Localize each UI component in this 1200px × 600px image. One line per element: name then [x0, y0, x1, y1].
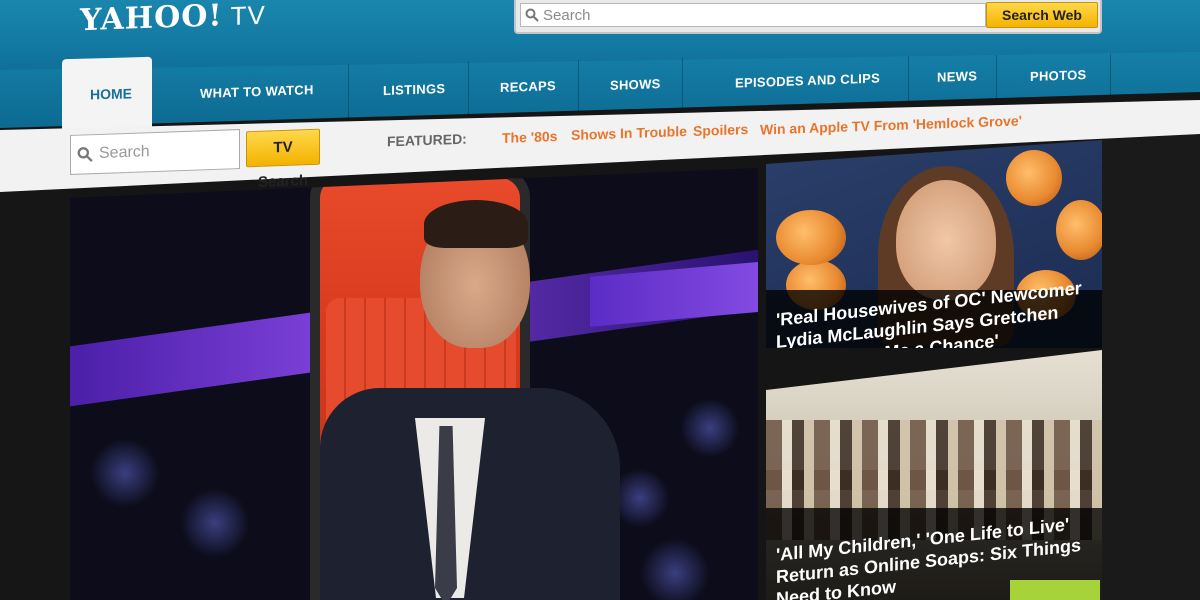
nav-divider — [908, 56, 909, 102]
lantern — [776, 210, 846, 265]
lantern — [1056, 200, 1102, 260]
nav-tab-photos[interactable]: PHOTOS — [1030, 67, 1086, 84]
bokeh-light — [640, 538, 710, 600]
web-search-placeholder: Search — [543, 6, 591, 24]
story-card-soaps[interactable]: 'All My Children,' 'One Life to Live' Re… — [766, 350, 1102, 600]
nav-tab-home[interactable]: HOME — [62, 56, 152, 132]
nav-tab-recaps[interactable]: RECAPS — [500, 78, 556, 95]
featured-link-80s[interactable]: The '80s — [502, 128, 557, 146]
person-hair — [424, 200, 528, 248]
hero-image[interactable] — [70, 168, 758, 600]
nav-divider — [996, 55, 997, 99]
featured-link-spoilers[interactable]: Spoilers — [693, 121, 748, 139]
bokeh-light — [90, 438, 160, 508]
web-search-bar: Search Search Web — [514, 0, 1102, 34]
nav-tab-listings[interactable]: LISTINGS — [383, 81, 445, 98]
tv-search-button[interactable]: TV Search — [246, 128, 320, 191]
nav-divider — [1110, 54, 1111, 96]
nav-tab-shows[interactable]: SHOWS — [610, 76, 661, 93]
left-background — [0, 170, 70, 600]
tv-search-input[interactable]: Search — [70, 129, 240, 175]
nav-divider — [578, 60, 579, 112]
nav-divider — [682, 58, 683, 108]
nav-divider — [348, 64, 349, 120]
bokeh-light — [680, 398, 740, 458]
search-icon — [525, 8, 539, 22]
woman-face — [896, 180, 996, 300]
nav-tab-news[interactable]: NEWS — [937, 68, 977, 84]
yahoo-tv-logo[interactable]: YAHOO! TV — [80, 0, 266, 38]
featured-label: FEATURED: — [387, 130, 467, 150]
nav-divider — [468, 62, 469, 116]
lantern — [1006, 150, 1062, 206]
story-card-housewives[interactable]: 'Real Housewives of OC' Newcomer Lydia M… — [766, 140, 1102, 348]
search-icon — [77, 147, 93, 162]
logo-main: YAHOO! — [80, 0, 223, 39]
right-background — [1102, 132, 1200, 600]
web-search-input[interactable]: Search — [520, 3, 986, 27]
yahoo-tv-page: YAHOO! TV Search Search Web HOME WHAT TO … — [0, 0, 1200, 600]
tv-search-placeholder: Search — [99, 143, 150, 162]
bokeh-light — [180, 488, 250, 558]
nav-tab-home-label: HOME — [90, 85, 132, 103]
ad-strip[interactable] — [1010, 580, 1100, 600]
search-web-button[interactable]: Search Web — [986, 2, 1098, 28]
logo-sub: TV — [230, 0, 266, 31]
